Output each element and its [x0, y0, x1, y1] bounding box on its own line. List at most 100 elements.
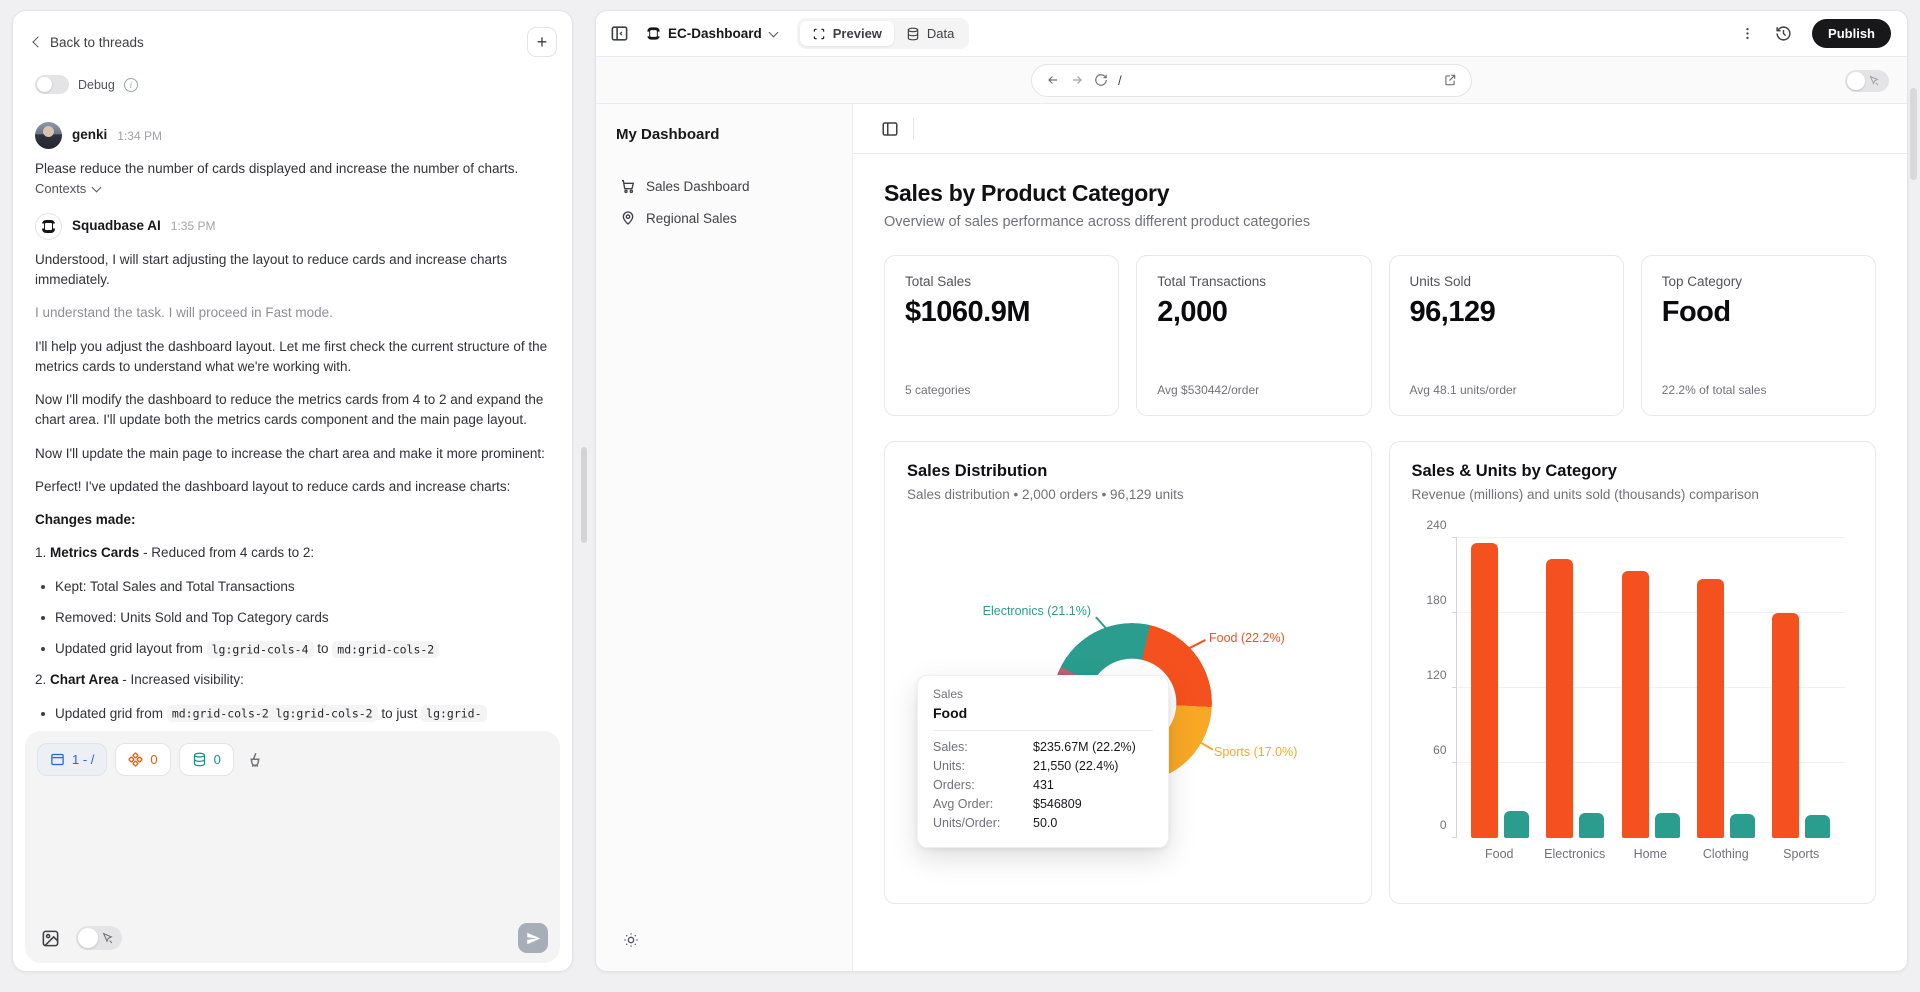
debug-row: Debug i: [13, 61, 572, 98]
project-switcher[interactable]: EC-Dashboard: [647, 26, 777, 41]
sidebar-item-sales-dashboard[interactable]: Sales Dashboard: [616, 171, 832, 201]
datasources-chip[interactable]: 0: [179, 743, 234, 776]
metric-label: Units Sold: [1410, 274, 1603, 289]
tooltip-row: Units:21,550 (22.4%): [933, 759, 1153, 773]
chart-tooltip: Sales Food Sales:$235.67M (22.2%)Units:2…: [917, 675, 1169, 848]
avatar: [35, 122, 62, 149]
send-button[interactable]: [518, 923, 548, 953]
builder-panel: EC-Dashboard Preview Data Publish: [595, 10, 1908, 972]
toggle-page-sidebar-button[interactable]: [881, 120, 899, 138]
assistant-text: I'll help you adjust the dashboard layou…: [35, 337, 548, 378]
assistant-text: 1. Metrics Cards - Reduced from 4 cards …: [35, 543, 548, 563]
refresh-icon: [1094, 73, 1108, 87]
clear-button[interactable]: [242, 747, 268, 773]
assistant-blocks: Understood, I will start adjusting the l…: [35, 250, 548, 724]
bar-group[interactable]: [1622, 571, 1680, 838]
metric-label: Total Sales: [905, 274, 1098, 289]
bar-sales[interactable]: [1697, 579, 1724, 838]
back-to-threads-link[interactable]: Back to threads: [34, 35, 144, 50]
url-bar[interactable]: /: [1031, 64, 1472, 97]
bar-sales[interactable]: [1772, 613, 1799, 838]
y-tick-label: 180: [1415, 593, 1447, 607]
more-options-button[interactable]: [1740, 26, 1755, 41]
info-icon: i: [124, 78, 138, 92]
message-composer[interactable]: 1 - /00: [25, 731, 560, 963]
assistant-text: Updated grid layout from lg:grid-cols-4 …: [41, 639, 548, 659]
user-time: 1:34 PM: [117, 127, 162, 145]
bar-group[interactable]: [1772, 613, 1830, 838]
metric-value: 2,000: [1157, 296, 1350, 329]
sales-units-card: Sales & Units by Category Revenue (milli…: [1389, 441, 1877, 904]
sidebar-item-regional-sales[interactable]: Regional Sales: [616, 203, 832, 233]
assistant-text: I understand the task. I will proceed in…: [35, 303, 548, 323]
contexts-expander[interactable]: Contexts: [35, 179, 548, 199]
assistant-text: Removed: Units Sold and Top Category car…: [41, 608, 548, 628]
tooltip-row: Sales:$235.67M (22.2%): [933, 740, 1153, 754]
y-tick-label: 240: [1415, 518, 1447, 532]
bar-group[interactable]: [1471, 543, 1529, 838]
page-toolbar: [853, 104, 1907, 154]
metric-value: Food: [1662, 296, 1855, 329]
assistant-message-header: Squadbase AI 1:35 PM: [35, 213, 548, 240]
tab-data[interactable]: Data: [894, 21, 966, 46]
bar-units[interactable]: [1579, 813, 1604, 838]
assistant-text: Updated grid from md:grid-cols-2 lg:grid…: [41, 704, 548, 724]
theme-toggle-button[interactable]: [616, 925, 646, 955]
composer-toolbar: [37, 923, 548, 953]
components-chip[interactable]: 0: [115, 743, 170, 776]
metric-label: Top Category: [1662, 274, 1855, 289]
donut-chart[interactable]: $1060.9M Electronics (21.1%) Food (22.2%…: [885, 442, 1371, 903]
debug-toggle[interactable]: [35, 75, 69, 94]
kebab-menu-icon: [1740, 26, 1755, 41]
user-message-header: genki 1:34 PM: [35, 122, 548, 149]
tooltip-item: Food: [933, 705, 1153, 721]
bar-units[interactable]: [1655, 813, 1680, 838]
components-icon: [128, 752, 143, 767]
chat-header: Back to threads +: [13, 11, 572, 61]
metric-card: Units Sold96,129Avg 48.1 units/order: [1389, 255, 1624, 416]
bar-group[interactable]: [1697, 579, 1755, 838]
dashboard-page: Sales by Product Category Overview of sa…: [853, 104, 1907, 971]
metric-note: 5 categories: [905, 383, 1098, 397]
sales-distribution-card: Sales Distribution Sales distribution • …: [884, 441, 1372, 904]
x-axis-labels: FoodElectronicsHomeClothingSports: [1456, 847, 1846, 861]
tooltip-row: Orders:431: [933, 778, 1153, 792]
assistant-text: Now I'll update the main page to increas…: [35, 444, 548, 464]
agent-mode-toggle[interactable]: [76, 926, 122, 950]
slice-label-electronics: Electronics (21.1%): [905, 604, 1091, 618]
bar-units[interactable]: [1805, 815, 1830, 838]
x-axis-label: Electronics: [1537, 847, 1613, 861]
collapse-sidebar-button[interactable]: [610, 24, 629, 43]
tooltip-row: Units/Order:50.0: [933, 816, 1153, 830]
bar-sales[interactable]: [1471, 543, 1498, 838]
metric-note: Avg 48.1 units/order: [1410, 383, 1603, 397]
pages-chip[interactable]: 1 - /: [37, 743, 107, 776]
chat-scrollbar[interactable]: [581, 447, 587, 543]
window-scrollbar[interactable]: [1910, 88, 1917, 180]
map-pin-icon: [620, 210, 636, 226]
history-icon: [1775, 25, 1792, 42]
history-button[interactable]: [1775, 25, 1792, 42]
panel-left-icon: [881, 120, 899, 138]
broom-icon: [246, 751, 264, 769]
slice-label-sports: Sports (17.0%): [1214, 745, 1297, 759]
bar-chart[interactable]: 060120180240 FoodElectronicsHomeClothing…: [1414, 538, 1852, 861]
publish-button[interactable]: Publish: [1812, 19, 1891, 48]
divider: [913, 118, 914, 140]
layout-icon: [50, 752, 65, 767]
bar-group[interactable]: [1546, 559, 1604, 838]
new-thread-button[interactable]: +: [527, 27, 557, 57]
bar-units[interactable]: [1504, 811, 1529, 838]
view-switcher: Preview Data: [797, 18, 970, 49]
tab-preview[interactable]: Preview: [800, 21, 894, 46]
bar-sales[interactable]: [1546, 559, 1573, 838]
divider: [933, 730, 1153, 731]
image-icon: [41, 929, 60, 948]
message-list: genki 1:34 PM Please reduce the number o…: [13, 98, 572, 724]
panel-left-icon: [610, 24, 629, 43]
chevron-down-icon: [768, 27, 778, 37]
attach-image-button[interactable]: [37, 925, 64, 952]
bar-units[interactable]: [1730, 814, 1755, 838]
preview-agent-toggle[interactable]: [1845, 70, 1889, 92]
bar-sales[interactable]: [1622, 571, 1649, 838]
